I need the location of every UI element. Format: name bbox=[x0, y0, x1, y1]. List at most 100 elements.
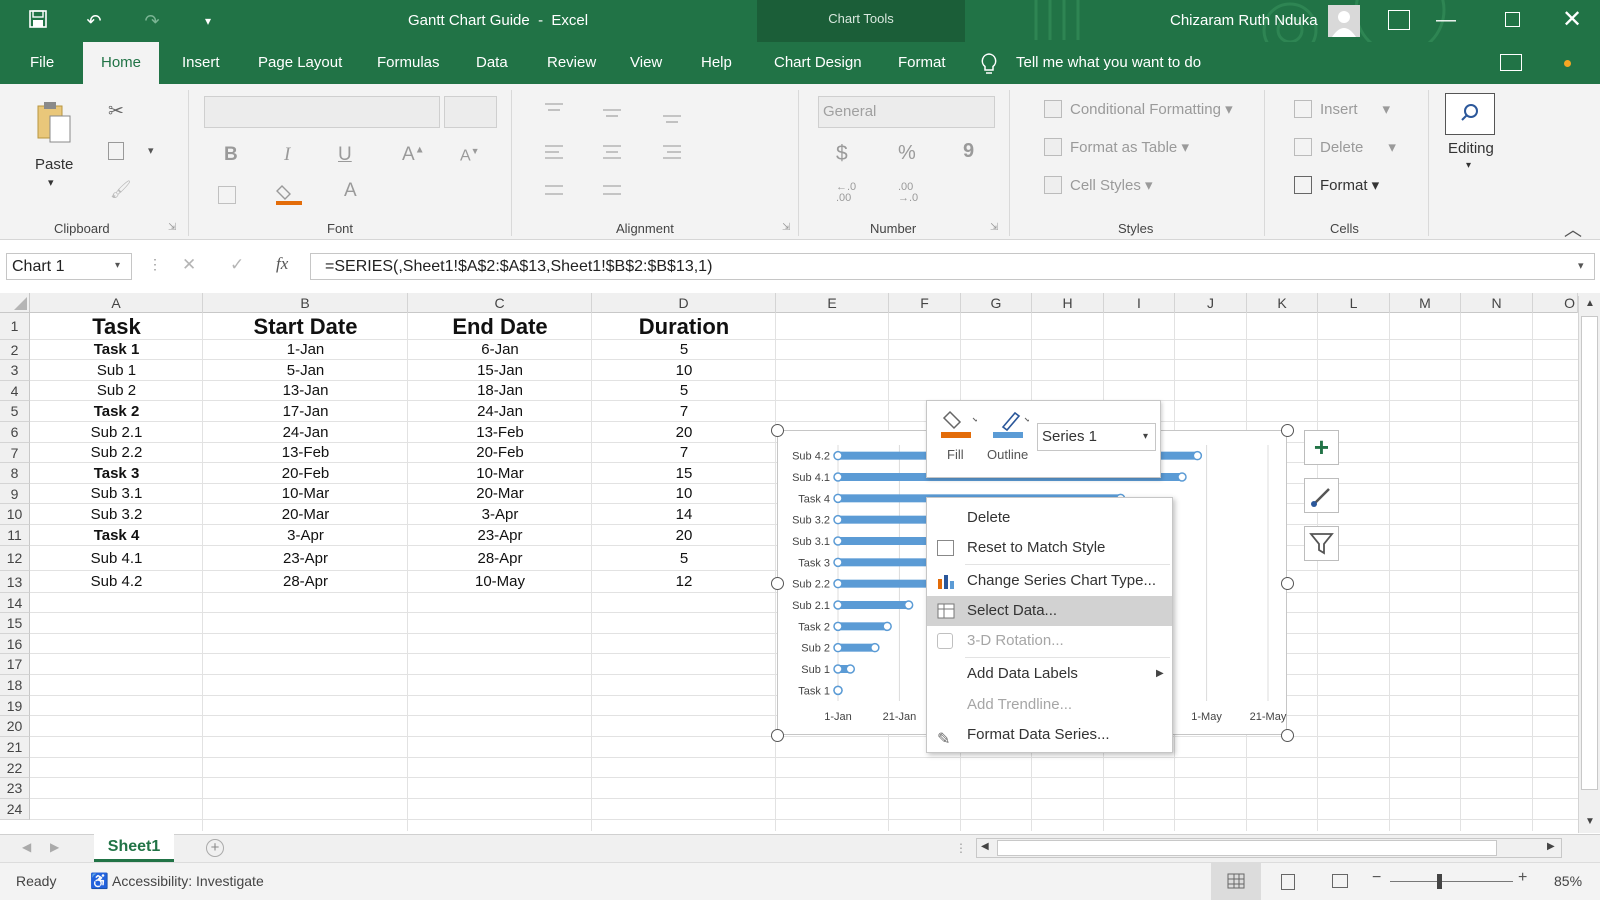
chart-point[interactable] bbox=[833, 621, 843, 632]
tab-split-icon[interactable]: ⋮ bbox=[955, 841, 967, 855]
tab-home[interactable]: Home bbox=[83, 42, 160, 84]
column-header-h[interactable]: H bbox=[1032, 293, 1104, 313]
cell-task[interactable]: Sub 3.1 bbox=[30, 484, 203, 504]
column-header-f[interactable]: F bbox=[889, 293, 961, 313]
cell-duration[interactable]: 10 bbox=[592, 484, 776, 504]
header-cell-duration[interactable]: Duration bbox=[592, 313, 776, 340]
alignment-icons[interactable] bbox=[545, 98, 705, 208]
editing-button[interactable] bbox=[1445, 93, 1495, 135]
menu-item-add-data-labels[interactable]: Add Data Labels ▶ bbox=[927, 659, 1172, 689]
row-header[interactable]: 22 bbox=[0, 758, 30, 778]
cell-task[interactable]: Sub 2 bbox=[30, 381, 203, 401]
menu-item-reset-style[interactable]: Reset to Match Style bbox=[927, 533, 1172, 563]
paste-button[interactable]: Paste bbox=[35, 156, 73, 173]
select-all-corner[interactable] bbox=[0, 293, 30, 313]
resize-handle-left[interactable] bbox=[771, 577, 784, 590]
cell-task[interactable]: Task 1 bbox=[30, 340, 203, 360]
cell-duration[interactable]: 5 bbox=[592, 340, 776, 360]
cell-start-date[interactable]: 17-Jan bbox=[203, 401, 408, 422]
decrease-decimal-button[interactable]: .00 →.0 bbox=[898, 182, 918, 204]
enter-icon[interactable]: ✓ bbox=[230, 255, 244, 275]
column-header-d[interactable]: D bbox=[592, 293, 776, 313]
chart-point[interactable] bbox=[833, 600, 843, 610]
row-header[interactable]: 5 bbox=[0, 401, 30, 422]
vertical-scroll-thumb[interactable] bbox=[1581, 316, 1598, 790]
cell-start-date[interactable]: 10-Mar bbox=[203, 484, 408, 504]
tab-data[interactable]: Data bbox=[472, 42, 512, 84]
column-header-o[interactable]: O bbox=[1533, 293, 1578, 313]
row-header[interactable]: 10 bbox=[0, 504, 30, 525]
tab-file[interactable]: File bbox=[26, 42, 58, 84]
tab-review[interactable]: Review bbox=[543, 42, 600, 84]
expand-formula-icon[interactable]: ▾ bbox=[1578, 259, 1584, 272]
cell-end-date[interactable]: 20-Feb bbox=[408, 443, 592, 463]
chart-point[interactable] bbox=[903, 600, 914, 610]
row-header[interactable]: 21 bbox=[0, 737, 30, 758]
collapse-ribbon-icon[interactable]: ︿ bbox=[1564, 216, 1582, 242]
italic-button[interactable]: I bbox=[284, 144, 290, 166]
increase-decimal-button[interactable]: ←.0 .00 bbox=[836, 182, 856, 204]
cell-start-date[interactable]: 13-Jan bbox=[203, 381, 408, 401]
menu-item-3d-rotation[interactable]: 3-D Rotation... bbox=[927, 626, 1172, 656]
column-header-l[interactable]: L bbox=[1318, 293, 1390, 313]
undo-icon[interactable]: ↶ bbox=[82, 9, 106, 33]
zoom-slider[interactable] bbox=[1390, 881, 1513, 882]
zoom-slider-thumb[interactable] bbox=[1437, 874, 1442, 889]
chart-point[interactable] bbox=[833, 514, 843, 525]
customize-qat-icon[interactable]: ▾ bbox=[196, 9, 220, 33]
cell-task[interactable]: Sub 2.2 bbox=[30, 443, 203, 463]
cell-end-date[interactable]: 18-Jan bbox=[408, 381, 592, 401]
outline-button[interactable] bbox=[993, 409, 1032, 439]
comments-icon[interactable] bbox=[1500, 54, 1522, 71]
cell-task[interactable]: Sub 4.1 bbox=[30, 546, 203, 571]
row-header[interactable]: 24 bbox=[0, 799, 30, 820]
cell-start-date[interactable]: 20-Mar bbox=[203, 504, 408, 525]
series-selector[interactable]: Series 1 bbox=[1037, 423, 1156, 451]
row-header[interactable]: 2 bbox=[0, 340, 30, 360]
accessibility-status[interactable]: Accessibility: Investigate bbox=[112, 873, 264, 889]
row-header[interactable]: 6 bbox=[0, 422, 30, 443]
percent-button[interactable]: % bbox=[898, 142, 916, 165]
horizontal-scrollbar[interactable]: ◀ ▶ bbox=[976, 838, 1562, 858]
row-header[interactable]: 18 bbox=[0, 675, 30, 696]
tab-help[interactable]: Help bbox=[697, 42, 736, 84]
clipboard-launcher-icon[interactable]: ⇲ bbox=[168, 222, 176, 233]
copy-dropdown-icon[interactable]: ▾ bbox=[148, 144, 154, 157]
cell-duration[interactable]: 10 bbox=[592, 360, 776, 381]
cell-end-date[interactable]: 3-Apr bbox=[408, 504, 592, 525]
insert-function-button[interactable]: fx bbox=[276, 254, 288, 274]
cell-duration[interactable]: 5 bbox=[592, 381, 776, 401]
tab-insert[interactable]: Insert bbox=[178, 42, 224, 84]
cell-task[interactable]: Sub 4.2 bbox=[30, 571, 203, 593]
sheet-tab-sheet1[interactable]: Sheet1 bbox=[94, 834, 174, 862]
prev-sheet-icon[interactable]: ◀ bbox=[22, 840, 31, 854]
scroll-left-icon[interactable]: ◀ bbox=[981, 841, 989, 852]
header-cell-end-date[interactable]: End Date bbox=[408, 313, 592, 340]
cell-duration[interactable]: 15 bbox=[592, 463, 776, 484]
chart-point[interactable] bbox=[1192, 450, 1203, 461]
row-header[interactable]: 8 bbox=[0, 463, 30, 484]
zoom-level[interactable]: 85% bbox=[1554, 873, 1582, 889]
row-header[interactable]: 16 bbox=[0, 634, 30, 654]
row-header[interactable]: 17 bbox=[0, 654, 30, 675]
currency-button[interactable]: $ bbox=[836, 142, 848, 166]
format-cells-button[interactable]: Format ▾ bbox=[1320, 176, 1379, 194]
cell-end-date[interactable]: 6-Jan bbox=[408, 340, 592, 360]
menu-item-format-data-series[interactable]: ✎ Format Data Series... bbox=[927, 720, 1172, 750]
chart-point[interactable] bbox=[833, 472, 843, 482]
row-header[interactable]: 7 bbox=[0, 443, 30, 463]
scroll-up-icon[interactable]: ▲ bbox=[1585, 298, 1595, 309]
font-color-button[interactable]: A bbox=[344, 180, 357, 202]
number-format-combo[interactable]: General bbox=[818, 96, 995, 128]
menu-item-add-trendline[interactable]: Add Trendline... bbox=[927, 690, 1172, 720]
number-launcher-icon[interactable]: ⇲ bbox=[990, 222, 998, 233]
column-header-e[interactable]: E bbox=[776, 293, 889, 313]
tell-me-search[interactable]: Tell me what you want to do bbox=[1012, 42, 1205, 84]
row-header[interactable]: 14 bbox=[0, 593, 30, 613]
paste-icon[interactable] bbox=[36, 100, 74, 144]
formula-input[interactable]: =SERIES(,Sheet1!$A$2:$A$13,Sheet1!$B$2:$… bbox=[310, 253, 1595, 280]
tab-view[interactable]: View bbox=[626, 42, 666, 84]
column-header-c[interactable]: C bbox=[408, 293, 592, 313]
zoom-in-icon[interactable]: + bbox=[1518, 869, 1527, 887]
cell-duration[interactable]: 20 bbox=[592, 525, 776, 546]
